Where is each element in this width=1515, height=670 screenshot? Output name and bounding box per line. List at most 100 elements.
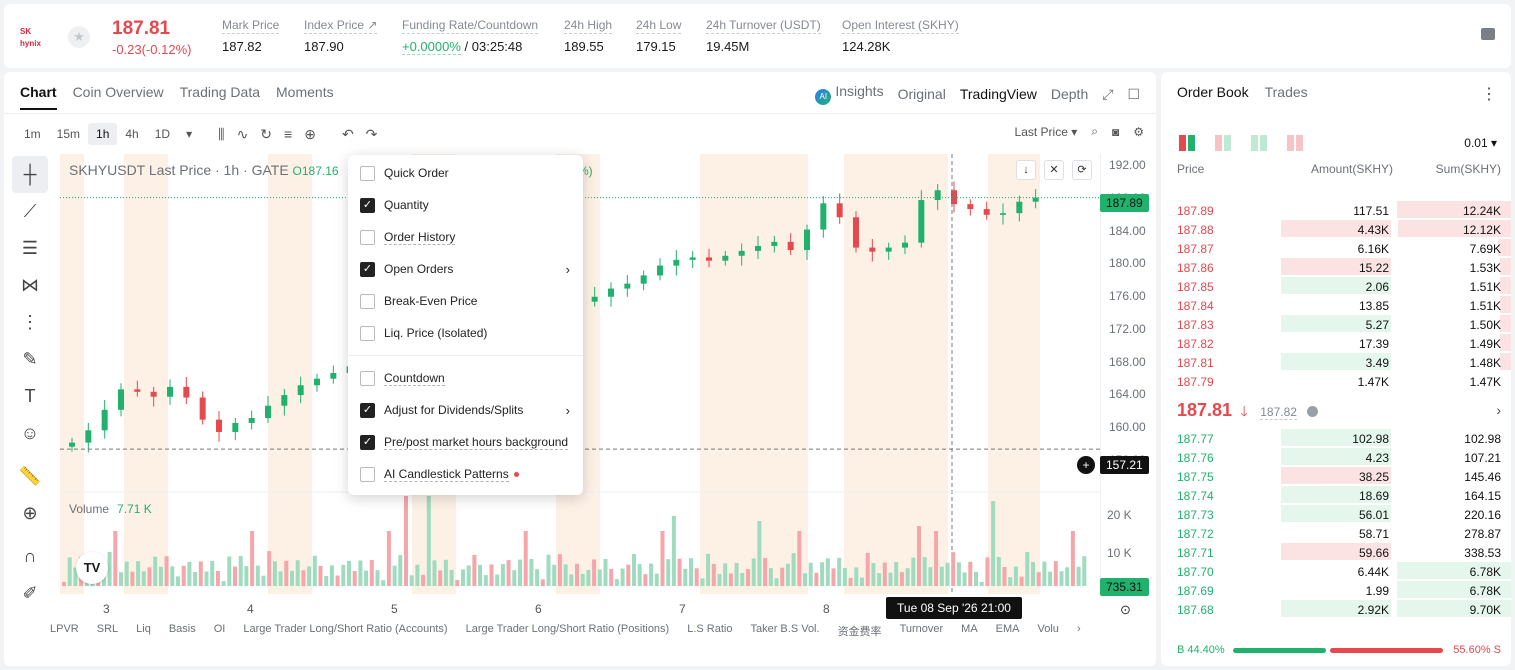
brush-icon[interactable]: ✎ <box>12 341 48 378</box>
checkbox-unchecked[interactable] <box>360 229 375 245</box>
ask-row[interactable]: 187.87 6.16K 7.69K <box>1161 239 1511 258</box>
add-overlay-icon[interactable]: ⊕ <box>304 126 316 143</box>
camera-icon[interactable]: ◙ <box>1112 125 1119 139</box>
indicator-item[interactable]: SRL <box>97 623 118 639</box>
funding-rate[interactable]: +0.0000% <box>402 39 461 55</box>
expand-icon[interactable]: ⤢ <box>1102 86 1113 103</box>
window-icon[interactable]: ☐ <box>1127 86 1140 103</box>
checkbox-checked[interactable]: ✓ <box>360 197 375 213</box>
redo-icon[interactable]: ↷ <box>366 126 378 143</box>
mode-asks-icon[interactable] <box>1287 135 1303 151</box>
dropdown-item[interactable]: ✓ Open Orders › <box>360 259 570 279</box>
dropdown-item[interactable]: ✓ Quantity <box>360 195 570 215</box>
text-icon[interactable]: T <box>12 378 48 415</box>
indicator-item[interactable]: Volu <box>1038 623 1059 639</box>
add-alert-icon[interactable]: + <box>1077 456 1095 474</box>
ask-row[interactable]: 187.81 3.49 1.48K <box>1161 353 1511 372</box>
emoji-icon[interactable]: ☺ <box>12 415 48 452</box>
template-icon[interactable]: ≡ <box>284 126 292 143</box>
collapse-icon[interactable]: ✕ <box>1044 160 1064 180</box>
checkbox-unchecked[interactable] <box>360 466 375 482</box>
indicator-item[interactable]: Basis <box>169 623 196 639</box>
ruler-icon[interactable]: 📏 <box>12 458 48 495</box>
horizontal-lines-icon[interactable]: ☰ <box>12 230 48 267</box>
indicator-item[interactable]: Taker B.S Vol. <box>750 623 819 639</box>
tf-1h[interactable]: 1h <box>88 123 118 145</box>
tab-chart[interactable]: Chart <box>20 84 57 110</box>
mid-price-row[interactable]: 187.81 🡓 187.82 › <box>1177 400 1501 422</box>
dropdown-item[interactable]: Liq. Price (Isolated) <box>360 323 570 343</box>
indicator-item[interactable]: L.S Ratio <box>687 623 732 639</box>
ask-row[interactable]: 187.88 4.43K 12.12K <box>1161 220 1511 239</box>
bid-row[interactable]: 187.74 18.69 164.15 <box>1161 486 1511 505</box>
chevron-right-icon[interactable]: › <box>1077 623 1081 639</box>
crosshair-icon[interactable]: ┼ <box>12 156 48 193</box>
ask-row[interactable]: 187.79 1.47K 1.47K <box>1161 372 1511 391</box>
ask-row[interactable]: 187.89 117.51 12.24K <box>1161 201 1511 220</box>
view-depth[interactable]: Depth <box>1051 86 1088 102</box>
stat-label[interactable]: Mark Price <box>222 18 280 34</box>
bid-row[interactable]: 187.68 2.92K 9.70K <box>1161 600 1511 619</box>
indicator-item[interactable]: Large Trader Long/Short Ratio (Positions… <box>466 623 670 639</box>
ask-row[interactable]: 187.84 13.85 1.51K <box>1161 296 1511 315</box>
pattern-icon[interactable]: ⋈ <box>12 267 48 304</box>
indicator-item[interactable]: OI <box>214 623 226 639</box>
tab-trading-data[interactable]: Trading Data <box>180 84 260 110</box>
dropdown-item[interactable]: Countdown <box>360 368 570 388</box>
bid-row[interactable]: 187.75 38.25 145.46 <box>1161 467 1511 486</box>
tab-order-book[interactable]: Order Book <box>1177 84 1249 100</box>
view-original[interactable]: Original <box>898 86 946 102</box>
tf-4h[interactable]: 4h <box>117 123 146 145</box>
star-icon[interactable]: ★ <box>68 26 90 48</box>
refresh-icon[interactable]: ⟳ <box>1072 160 1092 180</box>
scroll-down-icon[interactable]: ↓ <box>1016 160 1036 180</box>
dropdown-item[interactable]: ✓ Adjust for Dividends/Splits › <box>360 400 570 420</box>
book-icon[interactable] <box>1481 28 1495 40</box>
view-insights[interactable]: AI Insights <box>815 83 884 105</box>
info-icon[interactable] <box>1307 406 1319 417</box>
magnet-icon[interactable]: ∩ <box>12 538 48 575</box>
dropdown-item[interactable]: Break-Even Price <box>360 291 570 311</box>
ask-row[interactable]: 187.86 15.22 1.53K <box>1161 258 1511 277</box>
stat-label[interactable]: Index Price ↗ <box>304 18 378 34</box>
view-tradingview[interactable]: TradingView <box>960 86 1037 102</box>
bid-row[interactable]: 187.70 6.44K 6.78K <box>1161 562 1511 581</box>
replay-icon[interactable]: ↻ <box>260 126 272 143</box>
checkbox-checked[interactable]: ✓ <box>360 402 375 418</box>
checkbox-unchecked[interactable] <box>360 325 375 341</box>
stat-label[interactable]: Funding Rate/Countdown <box>402 18 539 34</box>
bid-row[interactable]: 187.73 56.01 220.16 <box>1161 505 1511 524</box>
ask-row[interactable]: 187.85 2.06 1.51K <box>1161 277 1511 296</box>
dropdown-item[interactable]: Quick Order <box>360 163 570 183</box>
indicator-item[interactable]: MA <box>961 623 978 639</box>
tf-dropdown-icon[interactable]: ▾ <box>178 123 200 145</box>
indicator-item[interactable]: LPVR <box>50 623 79 639</box>
checkbox-checked[interactable]: ✓ <box>360 261 375 277</box>
tab-moments[interactable]: Moments <box>276 84 334 110</box>
bid-row[interactable]: 187.77 102.98 102.98 <box>1161 429 1511 448</box>
settings-circle-icon[interactable]: ⊙ <box>1120 602 1131 618</box>
bid-row[interactable]: 187.72 58.71 278.87 <box>1161 524 1511 543</box>
dropdown-item[interactable]: Order History <box>360 227 570 247</box>
indicators-icon[interactable]: ∿ <box>237 126 249 143</box>
checkbox-unchecked[interactable] <box>360 293 375 309</box>
indicator-item[interactable]: Turnover <box>900 623 944 639</box>
mode-both-icon[interactable] <box>1179 135 1195 151</box>
indicator-item[interactable]: 资金费率 <box>838 623 882 639</box>
precision-select[interactable]: 0.01 ▾ <box>1464 136 1497 150</box>
zoom-icon[interactable]: ⊕ <box>12 495 48 532</box>
mode-split-icon[interactable] <box>1215 135 1231 151</box>
price-type-select[interactable]: Last Price ▾ <box>1015 125 1078 139</box>
mode-bids-icon[interactable] <box>1251 135 1267 151</box>
tab-trades[interactable]: Trades <box>1265 84 1308 100</box>
stat-label[interactable]: Open Interest (SKHY) <box>842 18 959 34</box>
dropdown-item[interactable]: AI Candlestick Patterns <box>360 464 570 484</box>
tradingview-logo-icon[interactable]: TV <box>76 552 108 584</box>
checkbox-unchecked[interactable] <box>360 165 375 181</box>
undo-icon[interactable]: ↶ <box>342 126 354 143</box>
chevron-right-icon[interactable]: › <box>1496 402 1501 418</box>
indicator-item[interactable]: Liq <box>136 623 151 639</box>
tf-1m[interactable]: 1m <box>16 123 49 145</box>
tf-15m[interactable]: 15m <box>49 123 88 145</box>
candle-type-icon[interactable]: ⫼ <box>218 126 224 143</box>
